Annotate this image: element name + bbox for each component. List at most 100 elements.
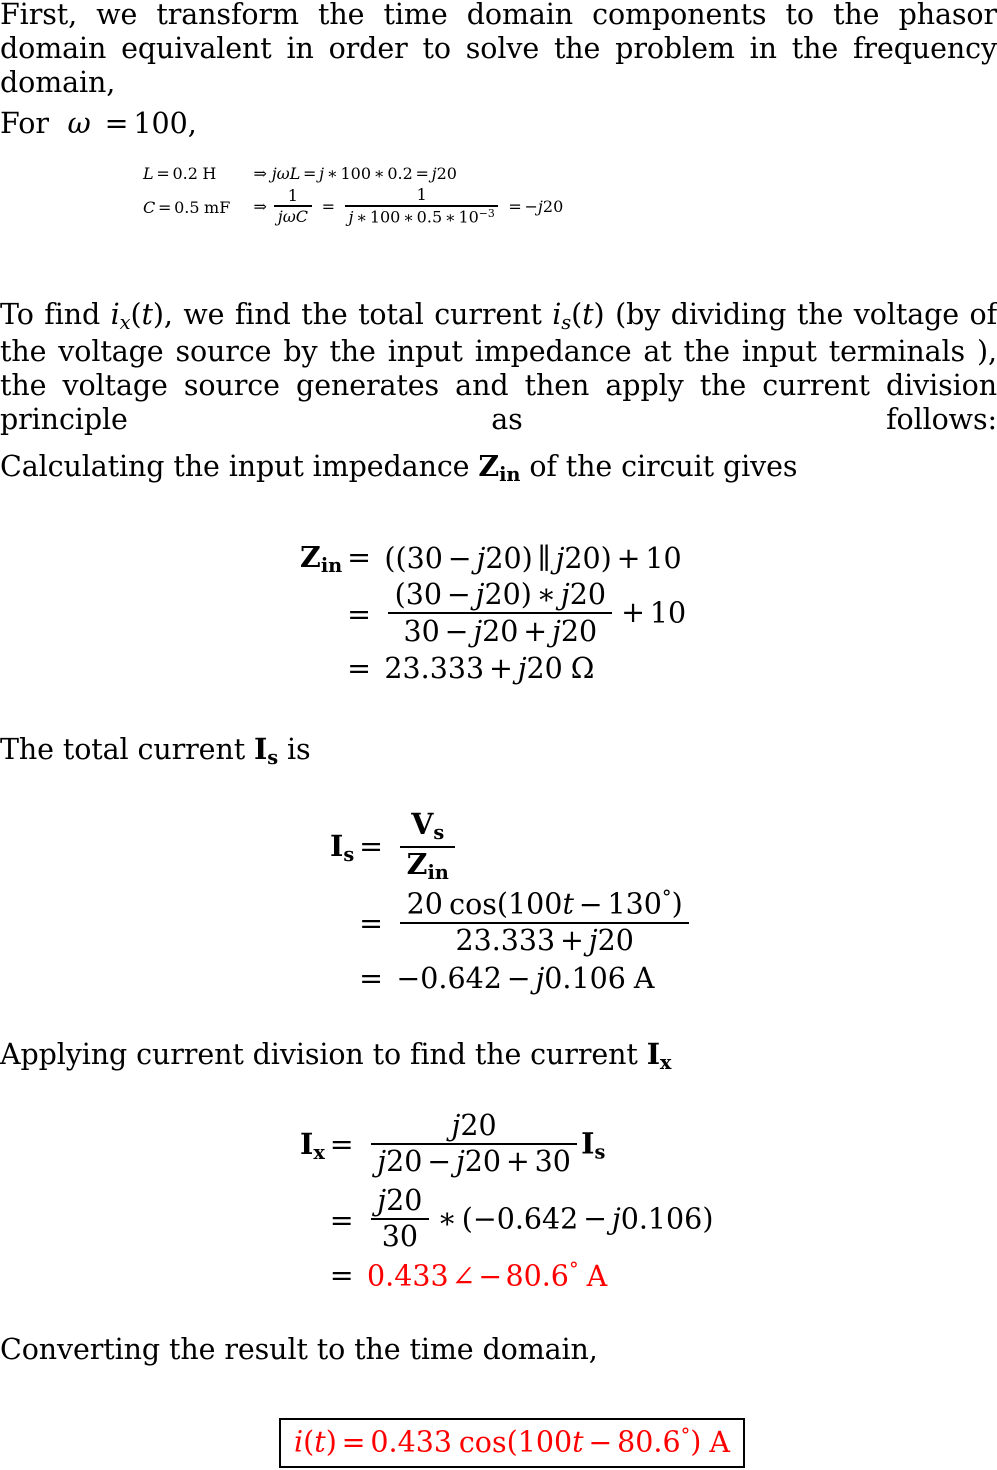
close-paren: ): [671, 887, 683, 921]
resistance-10: 10: [645, 542, 682, 576]
plus-sign: +: [621, 596, 645, 630]
times-sign: ∗: [536, 578, 557, 612]
resistance-30: 30: [406, 542, 443, 576]
ix-result-phasor: 0.433∠− 80.6° A: [367, 1258, 713, 1293]
minus-sign: −: [506, 961, 531, 995]
equation-zin: Zin = ((30− j20) ∥ j20) +10 = (30− j20) ∗ j20 30…: [300, 540, 686, 685]
time-var: t: [141, 298, 153, 331]
close-paren: ): [520, 578, 532, 612]
denominator: 30: [371, 1217, 429, 1254]
open-paren: (: [506, 1425, 518, 1459]
ampere-unit: A: [709, 1425, 730, 1459]
is-real-part: 0.642: [420, 961, 502, 995]
times-sign: ∗: [356, 207, 368, 227]
minus-sign: −: [478, 1259, 503, 1293]
equals-sign: =: [347, 598, 371, 632]
ix-subscript: x: [119, 311, 131, 335]
capacitor-impedance: ⇒ 1 jωC = 1 j ∗ 100 ∗ 0.5 ∗ 10−3 = −j20: [253, 185, 563, 227]
find-ix-text-2: , we find the total current: [163, 298, 542, 331]
inductor-unit: H: [202, 164, 217, 183]
numerator: 1: [287, 185, 298, 205]
ix-phase-angle: 80.6: [505, 1259, 569, 1293]
cosine-function: cos: [449, 887, 497, 921]
den-20b: 20: [464, 1145, 502, 1179]
is-inline-symbol: Is: [245, 732, 278, 769]
zin-line3-lhs: =: [300, 652, 384, 685]
fraction-one-over-jwC: 1 jωC: [274, 185, 312, 227]
capacitor-unit: mF: [204, 197, 231, 217]
j-symbol: j: [455, 1145, 465, 1179]
ix-subscript: x: [313, 1141, 325, 1165]
zin-imag: 20: [597, 924, 634, 958]
capacitor-value: 0.5: [174, 197, 200, 217]
j-symbol: j: [552, 614, 561, 648]
times-sign: ∗: [373, 164, 385, 183]
open-paren: (: [461, 1201, 473, 1235]
den-j: j: [348, 207, 354, 227]
find-ix-text-1: To find: [0, 298, 101, 331]
omega-value: 100: [133, 107, 188, 140]
is-of-t-inline: is(t): [542, 298, 605, 335]
ix-of-t-inline: ix(t): [100, 298, 164, 335]
ohm-unit: Ω: [570, 652, 595, 686]
ix-subscript: x: [659, 1051, 672, 1075]
open-paren: (: [496, 887, 509, 921]
paragraph-find-ix: To find ix(t), we find the total current…: [0, 298, 997, 470]
equals-sign: =: [341, 1425, 366, 1459]
equals-sign: =: [329, 1203, 354, 1237]
parallel-operator: ∥: [537, 542, 551, 576]
j-symbol: j: [611, 1201, 621, 1235]
j-symbol: j: [517, 652, 527, 686]
numerator: j20: [371, 1183, 429, 1218]
is-symbol: i: [552, 298, 562, 331]
zin-subscript: in: [499, 463, 521, 487]
plus-sign: +: [616, 542, 641, 576]
zin-line2-lhs: =: [300, 594, 384, 634]
zin-subscript: in: [320, 554, 343, 578]
is-subscript: s: [561, 311, 572, 335]
time-var: t: [314, 1425, 326, 1459]
fraction-one-over-numeric: 1 j ∗ 100 ∗ 0.5 ∗ 10−3: [345, 186, 499, 227]
times-sign: ∗: [437, 1201, 457, 1235]
zin-subscript: in: [427, 861, 449, 885]
minus-sign: −: [446, 578, 471, 612]
open-paren: (: [394, 578, 406, 612]
zin-fraction: (30− j20) ∗ j20 30− j20 + j20: [388, 578, 613, 648]
den-omega: 100: [369, 207, 401, 227]
num-20b: 20: [569, 578, 606, 612]
equation-is: Is = Vs Zin = 20 cos(100t −130°) 23.333 + j20…: [330, 809, 693, 995]
final-amplitude: 0.433: [370, 1425, 452, 1459]
zin-imag-part: 20: [526, 652, 563, 686]
vs-subscript: s: [433, 821, 445, 845]
equals-sign: =: [329, 1127, 354, 1161]
degree-symbol: °: [661, 885, 672, 909]
jwL-j: j: [271, 164, 277, 183]
j-symbol: j: [377, 1183, 387, 1217]
reactance-20b: 20: [564, 542, 601, 576]
current-symbol: i: [294, 1425, 304, 1459]
paragraph-calculating-zin: Calculating the input impedance Zin of t…: [0, 449, 997, 487]
phase-angle: 130: [607, 887, 662, 921]
calc-zin-text-1: Calculating the input impedance: [0, 450, 470, 483]
is-line2-lhs: =: [330, 903, 396, 943]
den-30: 30: [403, 614, 440, 648]
ix-lhs: Ix =: [300, 1123, 367, 1168]
final-omega: 100: [517, 1425, 573, 1459]
ampere-unit: A: [586, 1259, 608, 1293]
den-scale-base: 10: [458, 207, 479, 227]
num-20: 20: [386, 1183, 423, 1217]
ix-line2-lhs: =: [300, 1200, 367, 1240]
equals-sign: =: [347, 541, 371, 574]
zin-Z: Z: [478, 449, 500, 483]
num-30: 30: [405, 578, 443, 612]
close-paren: ): [593, 298, 605, 331]
zin-real-part: 23.333: [384, 652, 485, 686]
close-paren: ): [690, 1425, 702, 1459]
zin-line3: 23.333 + j20 Ω: [384, 652, 686, 685]
zin-inline-symbol: Zin: [469, 449, 521, 487]
paragraph-current-division: Applying current division to find the cu…: [0, 1037, 997, 1075]
time-var: t: [572, 1425, 584, 1459]
den-20: 20: [386, 1145, 423, 1179]
calc-zin-text-2: of the circuit gives: [529, 450, 798, 483]
time-var: t: [562, 887, 574, 921]
